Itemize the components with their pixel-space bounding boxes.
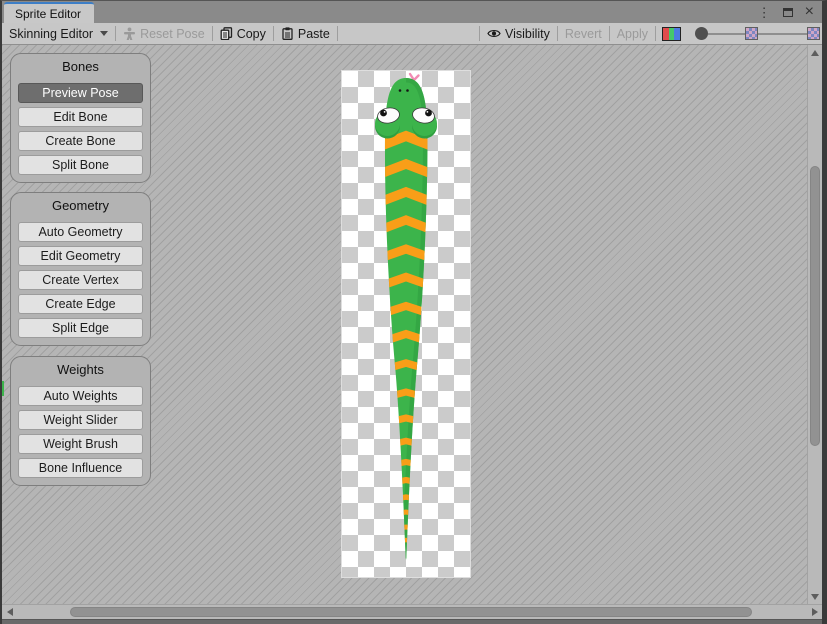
pose-person-icon — [123, 27, 136, 40]
tool-button-preview-pose[interactable]: Preview Pose — [18, 83, 143, 103]
tool-button-auto-weights[interactable]: Auto Weights — [18, 386, 143, 406]
opacity-sliders — [695, 27, 820, 40]
panel-bones: Bones Preview Pose Edit Bone Create Bone Spl… — [10, 53, 151, 183]
tab-title: Sprite Editor — [15, 7, 81, 21]
window-bottom-edge — [2, 619, 822, 624]
snake-pupil-left — [380, 110, 387, 117]
slider-track[interactable] — [708, 33, 745, 35]
horizontal-scrollbar[interactable] — [2, 604, 822, 619]
paste-button[interactable]: Paste — [274, 23, 337, 44]
tool-button-create-edge[interactable]: Create Edge — [18, 294, 143, 314]
sprite-editor-window: Sprite Editor ⋮ × Skinning Editor Reset … — [0, 0, 827, 624]
panel-title: Geometry — [11, 198, 150, 213]
tool-button-split-edge[interactable]: Split Edge — [18, 318, 143, 338]
window-controls: ⋮ × — [758, 1, 822, 23]
green-snake-sprite — [342, 71, 470, 577]
scroll-right-icon[interactable] — [812, 608, 818, 616]
visibility-button[interactable]: Visibility — [480, 23, 557, 44]
skinning-editor-dropdown[interactable]: Skinning Editor — [2, 23, 115, 44]
panel-title: Bones — [11, 59, 150, 74]
canvas-edge-artifact — [2, 381, 4, 396]
sprite-sheet-thumb-icon[interactable] — [745, 27, 758, 40]
toolbar: Skinning Editor Reset Pose Copy — [2, 23, 822, 45]
skinning-canvas[interactable]: Bones Preview Pose Edit Bone Create Bone Spl… — [2, 45, 807, 604]
panel-geometry: Geometry Auto Geometry Edit Geometry Create… — [10, 192, 151, 346]
sprite-sheet-thumb-icon[interactable] — [807, 27, 820, 40]
chevron-down-icon — [100, 31, 108, 36]
swatch-blue — [674, 28, 680, 40]
copy-icon — [220, 27, 233, 40]
tool-button-auto-geometry[interactable]: Auto Geometry — [18, 222, 143, 242]
reset-pose-button[interactable]: Reset Pose — [116, 23, 212, 44]
scroll-up-icon[interactable] — [811, 50, 819, 56]
close-icon[interactable]: × — [805, 4, 814, 20]
tool-button-create-vertex[interactable]: Create Vertex — [18, 270, 143, 290]
pupil-glint-left — [384, 111, 386, 113]
tool-button-bone-influence[interactable]: Bone Influence — [18, 458, 143, 478]
tool-button-split-bone[interactable]: Split Bone — [18, 155, 143, 175]
horizontal-scrollbar-thumb[interactable] — [70, 607, 752, 617]
paste-icon — [281, 27, 294, 40]
maximize-icon[interactable] — [783, 8, 793, 17]
tab-bar: Sprite Editor ⋮ × — [2, 1, 822, 23]
eye-icon — [487, 28, 501, 39]
slider-track[interactable] — [758, 33, 807, 35]
scroll-left-icon[interactable] — [7, 608, 13, 616]
panel-weights: Weights Auto Weights Weight Slider Weight B… — [10, 356, 151, 486]
tool-button-weight-slider[interactable]: Weight Slider — [18, 410, 143, 430]
tool-button-create-bone[interactable]: Create Bone — [18, 131, 143, 151]
snake-nostril-left — [399, 89, 402, 92]
sprite-texture-frame[interactable] — [342, 71, 470, 577]
vertical-scrollbar[interactable] — [807, 45, 822, 604]
tool-button-edit-bone[interactable]: Edit Bone — [18, 107, 143, 127]
tab-sprite-editor[interactable]: Sprite Editor — [4, 2, 94, 23]
scroll-down-icon[interactable] — [811, 594, 819, 600]
toolbar-separator — [655, 26, 656, 41]
bone-color-swatch-button[interactable] — [662, 27, 681, 41]
tool-button-weight-brush[interactable]: Weight Brush — [18, 434, 143, 454]
revert-button[interactable]: Revert — [558, 23, 609, 44]
slider-handle[interactable] — [695, 27, 708, 40]
vertical-scrollbar-thumb[interactable] — [810, 166, 820, 446]
window-menu-icon[interactable]: ⋮ — [758, 6, 771, 19]
toolbar-separator — [337, 26, 338, 41]
tool-button-edit-geometry[interactable]: Edit Geometry — [18, 246, 143, 266]
snake-nostril-right — [406, 89, 409, 92]
apply-button[interactable]: Apply — [610, 23, 655, 44]
snake-pupil-right — [425, 110, 432, 117]
pupil-glint-right — [427, 111, 429, 113]
copy-button[interactable]: Copy — [213, 23, 273, 44]
panel-title: Weights — [11, 362, 150, 377]
